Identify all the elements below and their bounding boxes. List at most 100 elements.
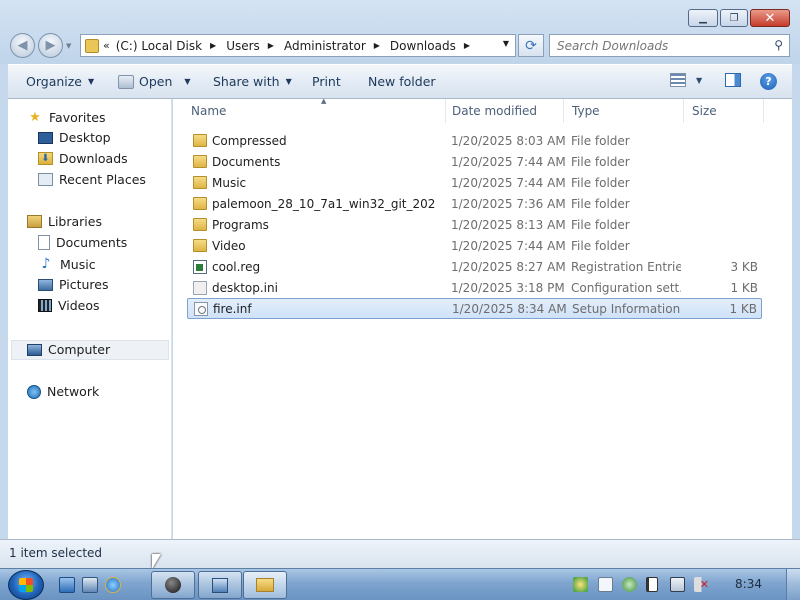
nav-item-pictures[interactable]: Pictures bbox=[38, 277, 109, 292]
type-cell: File folder bbox=[571, 238, 630, 253]
breadcrumb-downloads[interactable]: Downloads ▶ bbox=[390, 39, 470, 53]
table-row[interactable]: Documents 1/20/2025 7:44 AM File folder bbox=[187, 151, 762, 172]
change-view-button[interactable]: ▼ bbox=[670, 73, 702, 87]
tray-document-icon[interactable] bbox=[598, 577, 613, 592]
media-player-icon bbox=[165, 577, 181, 593]
open-button[interactable]: Open ▼ bbox=[118, 74, 191, 89]
nav-label: Favorites bbox=[49, 109, 106, 125]
breadcrumb-administrator[interactable]: Administrator ▶ bbox=[284, 39, 380, 53]
recent-pages-dropdown[interactable]: ▼ bbox=[66, 42, 71, 50]
breadcrumb-local-disk[interactable]: (C:) Local Disk ▶ bbox=[116, 39, 216, 53]
table-row[interactable]: Music 1/20/2025 7:44 AM File folder bbox=[187, 172, 762, 193]
file-name-cell: Programs bbox=[193, 218, 443, 232]
table-row[interactable]: Video 1/20/2025 7:44 AM File folder bbox=[187, 235, 762, 256]
taskbar-app-media[interactable] bbox=[151, 571, 195, 599]
show-desktop-button[interactable] bbox=[786, 569, 800, 600]
tray-security-icon[interactable] bbox=[622, 577, 637, 592]
forward-button[interactable]: ▶ bbox=[38, 33, 63, 58]
address-bar[interactable]: « (C:) Local Disk ▶ Users ▶ Administrator ▶… bbox=[80, 34, 516, 57]
clock[interactable]: 8:34 bbox=[735, 577, 762, 591]
volume-muted-icon[interactable]: ✕ bbox=[694, 577, 709, 592]
maximize-button[interactable]: ❐ bbox=[720, 9, 748, 27]
crumb-arrow-icon[interactable]: ▶ bbox=[374, 41, 380, 50]
network-tray-icon[interactable] bbox=[670, 577, 685, 592]
help-button[interactable]: ? bbox=[760, 73, 777, 90]
open-label: Open bbox=[139, 74, 173, 89]
setup-file-icon bbox=[194, 301, 208, 316]
nav-label: Downloads bbox=[59, 151, 128, 166]
column-header-size[interactable]: Size bbox=[684, 99, 764, 123]
sort-ascending-icon: ▲ bbox=[321, 97, 327, 105]
type-cell: Registration Entries bbox=[571, 259, 681, 274]
nav-item-documents[interactable]: Documents bbox=[38, 235, 127, 250]
minimize-button[interactable]: ▁ bbox=[688, 9, 718, 27]
nav-network[interactable]: Network bbox=[27, 384, 99, 399]
date-cell: 1/20/2025 8:34 AM bbox=[452, 301, 567, 316]
table-row[interactable]: cool.reg 1/20/2025 8:27 AM Registration … bbox=[187, 256, 762, 277]
crumb-label: Users bbox=[226, 38, 260, 53]
switch-windows-icon[interactable] bbox=[82, 577, 98, 593]
nav-label: Documents bbox=[56, 235, 128, 250]
status-text: 1 item selected bbox=[9, 546, 103, 560]
address-dropdown-icon[interactable]: ▼ bbox=[503, 39, 509, 48]
chevron-down-icon[interactable]: ▼ bbox=[184, 77, 190, 86]
nav-label: Desktop bbox=[59, 130, 111, 145]
close-button[interactable]: ✕ bbox=[750, 9, 790, 27]
start-button[interactable] bbox=[8, 570, 44, 600]
table-row[interactable]: Programs 1/20/2025 8:13 AM File folder bbox=[187, 214, 762, 235]
organize-button[interactable]: Organize ▼ bbox=[26, 74, 94, 89]
print-button[interactable]: Print bbox=[312, 74, 341, 89]
new-folder-button[interactable]: New folder bbox=[368, 74, 436, 89]
table-row[interactable]: palemoon_28_10_7a1_win32_git_202 1/20/20… bbox=[187, 193, 762, 214]
crumb-arrow-icon[interactable]: ▶ bbox=[268, 41, 274, 50]
file-name-cell: Music bbox=[193, 176, 443, 190]
date-cell: 1/20/2025 7:44 AM bbox=[451, 175, 566, 190]
new-folder-label: New folder bbox=[368, 74, 436, 89]
search-box[interactable]: ⚲ bbox=[549, 34, 790, 57]
taskbar-app-explorer[interactable] bbox=[243, 571, 287, 599]
taskbar-app-network[interactable] bbox=[198, 571, 242, 599]
crumb-arrow-icon[interactable]: ▶ bbox=[210, 41, 216, 50]
nav-label: Network bbox=[47, 384, 100, 399]
type-cell: File folder bbox=[571, 217, 630, 232]
organize-label: Organize bbox=[26, 74, 82, 89]
column-header-date[interactable]: Date modified bbox=[444, 99, 564, 123]
preview-pane-button[interactable] bbox=[725, 73, 741, 87]
nav-item-downloads[interactable]: ⬇ Downloads bbox=[38, 151, 128, 166]
column-header-name[interactable]: Name ▲ bbox=[183, 97, 446, 123]
table-row-selected[interactable]: fire.inf 1/20/2025 8:34 AM Setup Informa… bbox=[187, 298, 762, 319]
nav-libraries[interactable]: Libraries bbox=[27, 214, 102, 229]
table-row[interactable]: Compressed 1/20/2025 8:03 AM File folder bbox=[187, 130, 762, 151]
internet-explorer-icon[interactable] bbox=[105, 577, 121, 593]
back-arrow-icon: ◀ bbox=[17, 38, 28, 53]
preview-pane-icon bbox=[725, 73, 741, 87]
nav-computer[interactable]: Computer bbox=[27, 342, 110, 357]
back-button[interactable]: ◀ bbox=[10, 33, 35, 58]
refresh-button[interactable]: ⟳ bbox=[518, 34, 544, 57]
breadcrumb-users[interactable]: Users ▶ bbox=[226, 39, 274, 53]
show-desktop-icon[interactable] bbox=[59, 577, 75, 593]
action-center-flag-icon[interactable] bbox=[646, 577, 658, 592]
star-icon: ★ bbox=[29, 109, 41, 125]
search-input[interactable] bbox=[557, 38, 762, 53]
nav-item-recent-places[interactable]: Recent Places bbox=[38, 172, 146, 187]
chevron-down-icon[interactable]: ▼ bbox=[696, 76, 702, 85]
nav-item-music[interactable]: ♪ Music bbox=[38, 256, 96, 272]
taskbar: ✕ 8:34 bbox=[0, 568, 800, 600]
search-icon[interactable]: ⚲ bbox=[774, 38, 783, 52]
type-cell: Setup Information bbox=[572, 301, 681, 316]
file-name: Music bbox=[212, 175, 247, 190]
nav-favorites[interactable]: ★ Favorites bbox=[27, 109, 105, 125]
crumb-arrow-icon[interactable]: ▶ bbox=[464, 41, 470, 50]
nav-item-desktop[interactable]: Desktop bbox=[38, 130, 111, 145]
tray-update-icon[interactable] bbox=[573, 577, 588, 592]
crumb-label: Downloads bbox=[389, 38, 456, 53]
table-row[interactable]: desktop.ini 1/20/2025 3:18 PM Configurat… bbox=[187, 277, 762, 298]
chevron-down-icon: ▼ bbox=[285, 77, 292, 86]
computer-icon bbox=[27, 343, 42, 356]
nav-item-videos[interactable]: Videos bbox=[38, 298, 100, 313]
share-with-button[interactable]: Share with ▼ bbox=[213, 74, 292, 89]
share-with-label: Share with bbox=[213, 74, 280, 89]
hidden-crumbs-chevron[interactable]: « bbox=[103, 39, 110, 52]
column-header-type[interactable]: Type bbox=[564, 99, 684, 123]
